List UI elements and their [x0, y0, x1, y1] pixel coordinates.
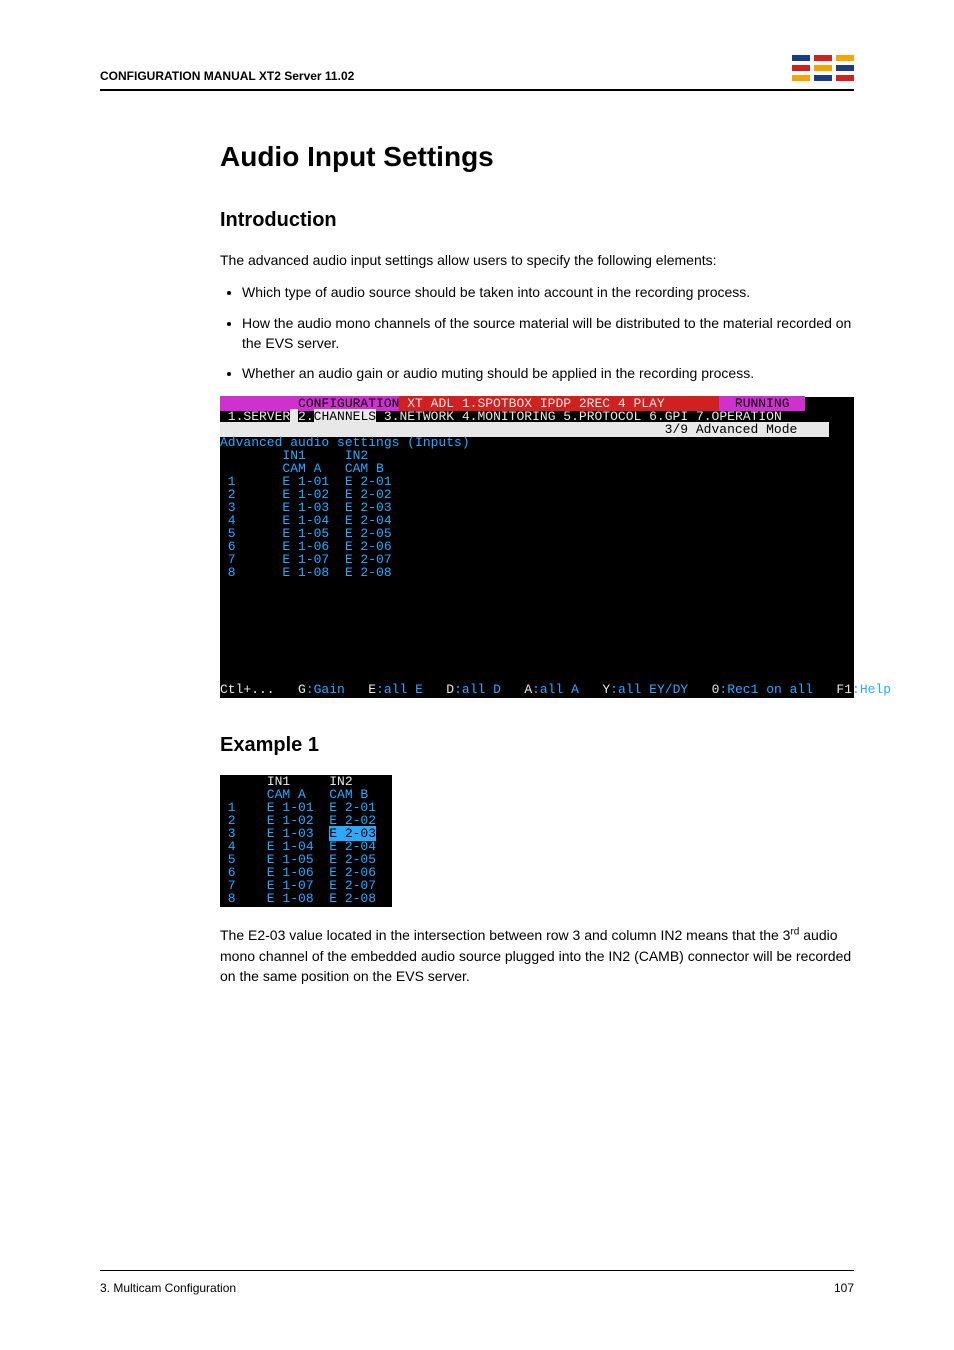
section-example-heading: Example 1 — [220, 734, 854, 757]
intro-lead: The advanced audio input settings allow … — [220, 250, 854, 270]
footer-section: 3. Multicam Configuration — [100, 1281, 236, 1295]
intro-bullet: How the audio mono channels of the sourc… — [242, 313, 854, 354]
page-header: CONFIGURATION MANUAL XT2 Server 11.02 — [100, 55, 854, 91]
intro-bullet: Whether an audio gain or audio muting sh… — [242, 363, 854, 383]
terminal-screenshot-main: CONFIGURATION XT ADL 1.SPOTBOX IPDP 2REC… — [220, 397, 854, 698]
intro-bullet: Which type of audio source should be tak… — [242, 282, 854, 302]
footer-page-number: 107 — [834, 1281, 854, 1295]
page-title: Audio Input Settings — [220, 141, 854, 173]
section-intro-heading: Introduction — [220, 209, 854, 232]
example-paragraph: The E2-03 value located in the intersect… — [220, 925, 854, 986]
intro-list: Which type of audio source should be tak… — [220, 282, 854, 383]
evs-logo — [792, 55, 854, 83]
terminal-screenshot-example: IN1 IN2 CAM A CAM B 1 E 1-01 E 2-01 2 E … — [220, 775, 392, 907]
header-title: CONFIGURATION MANUAL XT2 Server 11.02 — [100, 69, 354, 83]
page-footer: 3. Multicam Configuration 107 — [100, 1270, 854, 1295]
